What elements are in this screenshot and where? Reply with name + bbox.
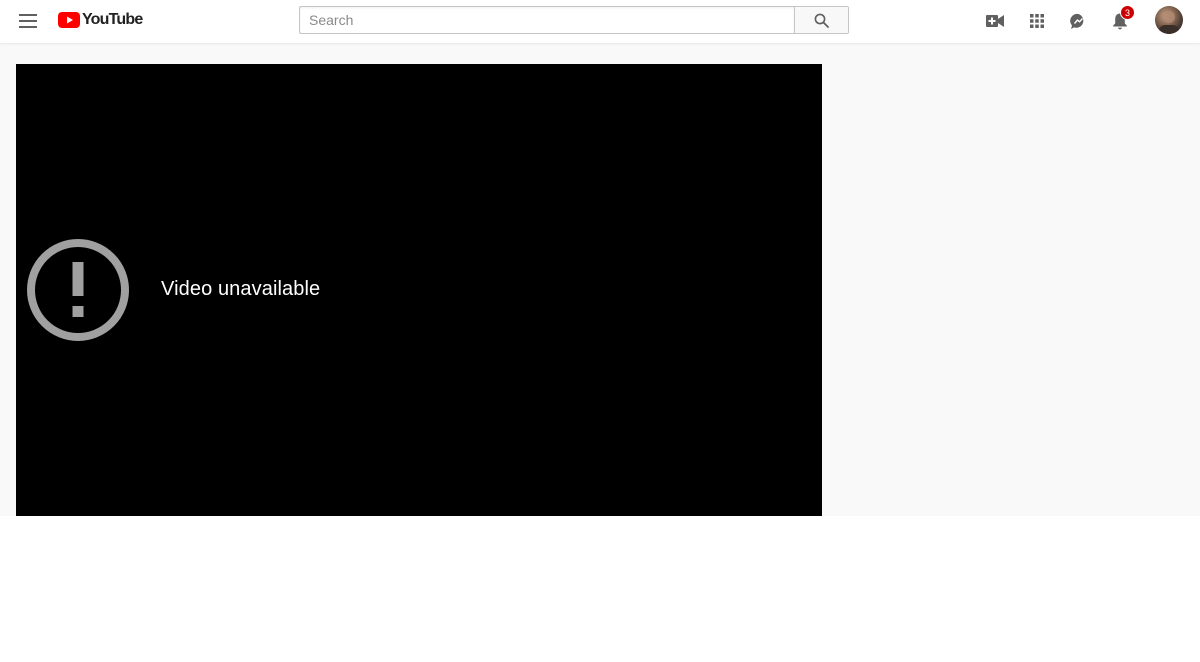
notifications-button[interactable]: 3 — [1108, 5, 1135, 33]
hamburger-menu-icon — [19, 14, 37, 28]
create-video-button[interactable] — [983, 9, 1007, 33]
page-footer-area — [0, 516, 1200, 662]
exclamation-circle-icon — [27, 239, 129, 341]
apps-button[interactable] — [1025, 9, 1049, 33]
apps-grid-icon — [1030, 14, 1044, 28]
masthead: YouTube Search 3 — [0, 0, 1200, 43]
youtube-play-icon — [58, 12, 80, 28]
notification-count-badge: 3 — [1120, 5, 1135, 20]
search-input[interactable] — [299, 6, 794, 34]
error-message: Video unavailable — [161, 278, 321, 300]
search-button[interactable] — [794, 6, 849, 34]
search-icon — [814, 13, 829, 28]
search-form — [299, 6, 849, 34]
avatar[interactable] — [1155, 6, 1183, 34]
video-player[interactable]: Video unavailable — [16, 64, 822, 516]
youtube-logo[interactable]: YouTube — [58, 10, 143, 30]
video-camera-plus-icon — [986, 15, 1004, 27]
avatar-image — [1159, 11, 1179, 34]
guide-menu-button[interactable] — [16, 9, 40, 33]
watch-page: Video unavailable — [0, 43, 1200, 516]
messages-button[interactable] — [1066, 9, 1090, 33]
logo-text: YouTube — [82, 11, 143, 28]
chat-bubble-icon — [1069, 13, 1083, 29]
